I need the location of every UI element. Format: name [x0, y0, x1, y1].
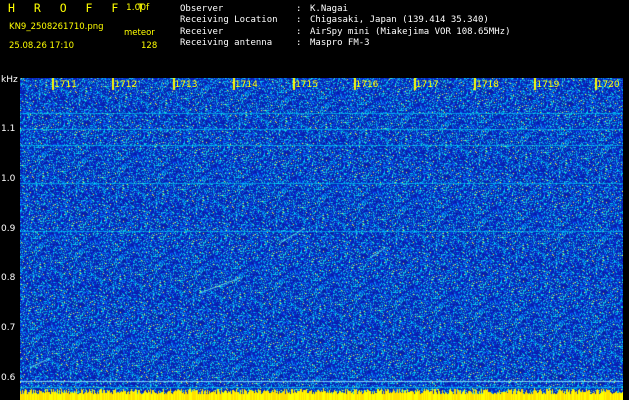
info-value: Maspro FM-3 — [310, 38, 370, 48]
time-label: 1712 — [114, 80, 138, 90]
time-label: 1717 — [415, 80, 439, 90]
info-row-receiver: Receiver: AirSpy mini (Miakejima VOR 108.… — [180, 27, 511, 37]
y-tick-label: 0.8 — [1, 273, 16, 283]
time-label: 1715 — [295, 80, 319, 90]
time-label: 1718 — [476, 80, 499, 90]
info-value: Chigasaki, Japan (139.414 35.340) — [310, 15, 489, 25]
y-tick-label: 0.7 — [1, 323, 16, 333]
info-row-observer: Observer: K.Nagai — [180, 4, 348, 14]
info-row-antenna: Receiving antenna: Maspro FM-3 — [180, 38, 370, 48]
time-label: 1714 — [234, 80, 258, 90]
time-label: 1720 — [596, 80, 620, 90]
file-name: KN9_2508261710.png — [9, 22, 104, 32]
time-label: 1716 — [355, 80, 379, 90]
info-value: K.Nagai — [310, 4, 348, 14]
y-tick-label: 0.9 — [1, 224, 16, 234]
time-label: 1713 — [174, 80, 198, 90]
info-label: Receiver — [180, 27, 224, 37]
info-value: AirSpy mini (Miakejima VOR 108.65MHz) — [310, 27, 511, 37]
info-label: Receiving Location — [180, 15, 278, 25]
time-label: 1711 — [54, 80, 77, 90]
info-label: Receiving antenna — [180, 38, 273, 48]
spectrogram — [20, 78, 623, 400]
time-label: 1719 — [536, 80, 560, 90]
y-tick-label: 1.1 — [1, 124, 16, 134]
app-version: 1.00f — [126, 3, 150, 13]
y-tick-label: 0.6 — [1, 373, 16, 383]
meteor-label: meteor — [124, 28, 155, 38]
info-label: Observer — [180, 4, 224, 14]
y-tick-label: 1.0 — [1, 174, 16, 184]
meteor-count: 128 — [141, 41, 158, 51]
y-axis-unit: kHz — [1, 75, 18, 85]
info-row-location: Receiving Location: Chigasaki, Japan (139… — [180, 15, 489, 25]
timestamp: 25.08.26 17:10 — [9, 41, 75, 51]
